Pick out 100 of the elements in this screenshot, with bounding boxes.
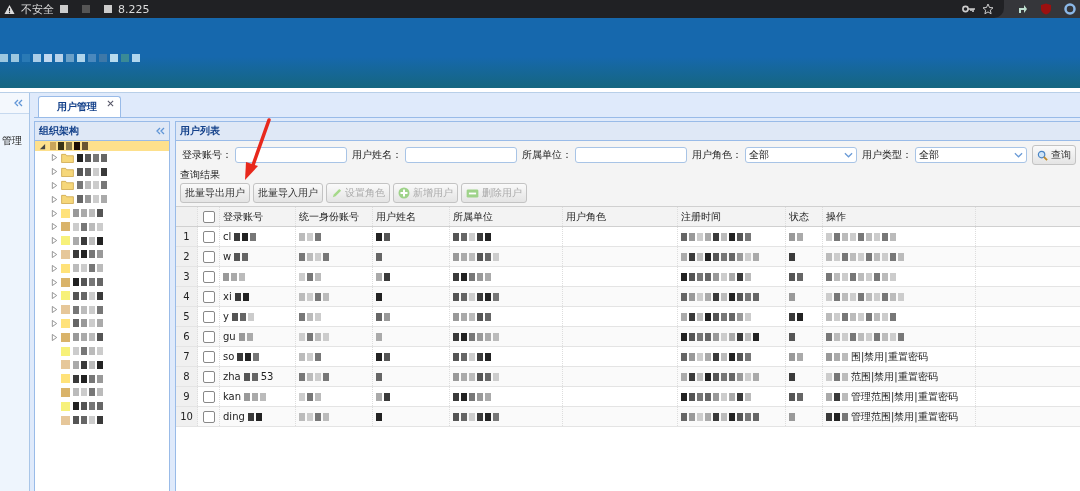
sidebar-item[interactable]: 管理 (0, 114, 29, 148)
row-number: 9 (176, 387, 198, 406)
key-icon[interactable] (962, 5, 976, 13)
table-cell: w (223, 251, 232, 262)
column-header[interactable]: 注册时间 (678, 207, 786, 226)
redaction-mosaic (453, 412, 499, 421)
redaction-mosaic (681, 312, 751, 321)
row-number: 1 (176, 227, 198, 246)
action-links[interactable]: 管理范围|禁用|重置密码 (851, 389, 958, 404)
redaction-mosaic (77, 153, 107, 162)
redaction-mosaic (789, 292, 795, 301)
redaction-mosaic (453, 292, 499, 301)
query-button[interactable]: 查询 (1032, 145, 1076, 165)
redaction-mosaic (789, 332, 795, 341)
redaction-mosaic (826, 272, 896, 281)
checkbox[interactable] (202, 270, 215, 283)
table-cell: ding (223, 411, 245, 422)
close-icon[interactable] (107, 100, 114, 107)
checkbox[interactable] (202, 210, 215, 223)
redaction-mosaic (681, 352, 751, 361)
text-field[interactable] (235, 147, 347, 163)
checkbox[interactable] (202, 290, 215, 303)
profile-icon[interactable] (1064, 3, 1076, 15)
action-links[interactable]: 范围|禁用|重置密码 (851, 369, 938, 384)
redaction-mosaic (789, 412, 795, 421)
table-cell: cl (223, 231, 232, 242)
redaction-mosaic (73, 209, 103, 218)
table-cell: zha (223, 371, 241, 382)
row-number: 6 (176, 327, 198, 346)
plus-icon (398, 187, 410, 199)
redaction-mosaic (243, 372, 258, 381)
arrow-extension-icon[interactable] (1016, 3, 1028, 15)
redaction-mosaic (73, 236, 103, 245)
redaction-mosaic (73, 264, 103, 273)
redaction-mosaic (299, 232, 321, 241)
text-field[interactable] (575, 147, 687, 163)
tree-root[interactable] (35, 141, 169, 151)
column-header[interactable]: 操作 (823, 207, 976, 226)
tab[interactable]: 用户管理 (38, 96, 121, 117)
redaction-mosaic (73, 319, 103, 328)
checkbox[interactable] (202, 330, 215, 343)
checkbox[interactable] (202, 230, 215, 243)
redaction-mosaic (453, 392, 491, 401)
row-number: 4 (176, 287, 198, 306)
toolbar-button[interactable]: 批量导入用户 (253, 183, 323, 203)
toolbar-button[interactable]: 批量导出用户 (180, 183, 250, 203)
redaction-mosaic (238, 332, 253, 341)
redaction-mosaic (231, 312, 254, 321)
column-header[interactable]: 统一身份账号 (296, 207, 373, 226)
text-field[interactable] (405, 147, 517, 163)
collapse-icon[interactable] (155, 127, 165, 135)
redaction-mosaic (789, 232, 803, 241)
redaction-mosaic (73, 305, 103, 314)
redaction-mosaic (234, 252, 249, 261)
panel-title: 用户列表 (180, 124, 220, 138)
checkbox[interactable] (202, 370, 215, 383)
column-header[interactable]: 所属单位 (450, 207, 563, 226)
search-icon (1037, 149, 1048, 161)
redaction-mosaic (376, 232, 390, 241)
redaction-mosaic (77, 195, 107, 204)
collapse-icon[interactable] (13, 99, 23, 107)
redaction-mosaic (376, 412, 382, 421)
redaction-mosaic (826, 412, 848, 421)
panel-title: 组织架构 (39, 124, 79, 138)
redaction-mosaic (299, 352, 321, 361)
redaction-mosaic (247, 412, 262, 421)
minus-icon (466, 188, 479, 198)
column-header[interactable]: 用户角色 (563, 207, 678, 226)
redaction-mosaic (681, 392, 751, 401)
redaction-mosaic (234, 292, 249, 301)
action-links[interactable]: 管理范围|禁用|重置密码 (851, 409, 958, 424)
filter-label: 用户角色： (692, 148, 742, 162)
row-number: 7 (176, 347, 198, 366)
redaction-mosaic (73, 291, 103, 300)
star-icon[interactable] (982, 3, 994, 15)
redaction-mosaic (73, 388, 103, 397)
checkbox[interactable] (202, 310, 215, 323)
dropdown-field[interactable]: 全部 (745, 147, 857, 163)
checkbox[interactable] (202, 390, 215, 403)
column-header[interactable]: 用户姓名 (373, 207, 450, 226)
redaction-mosaic (376, 272, 390, 281)
redaction-mosaic (299, 312, 321, 321)
column-header[interactable]: 状态 (786, 207, 823, 226)
redaction-mosaic (73, 333, 103, 342)
redaction-mosaic (789, 352, 803, 361)
redaction-mosaic (73, 347, 103, 356)
redaction-mosaic (453, 312, 491, 321)
dropdown-field[interactable]: 全部 (915, 147, 1027, 163)
checkbox[interactable] (202, 350, 215, 363)
redaction-mosaic (826, 352, 848, 361)
redaction-mosaic (234, 232, 257, 241)
filter-label: 用户姓名： (352, 148, 402, 162)
action-links[interactable]: 围|禁用|重置密码 (851, 349, 928, 364)
column-header[interactable]: 登录账号 (220, 207, 296, 226)
checkbox[interactable] (202, 250, 215, 263)
redaction-mosaic (73, 278, 103, 287)
redaction-mosaic (376, 292, 382, 301)
checkbox[interactable] (202, 410, 215, 423)
redaction-mosaic (50, 142, 88, 150)
address-text[interactable]: 8.225 (118, 2, 150, 16)
